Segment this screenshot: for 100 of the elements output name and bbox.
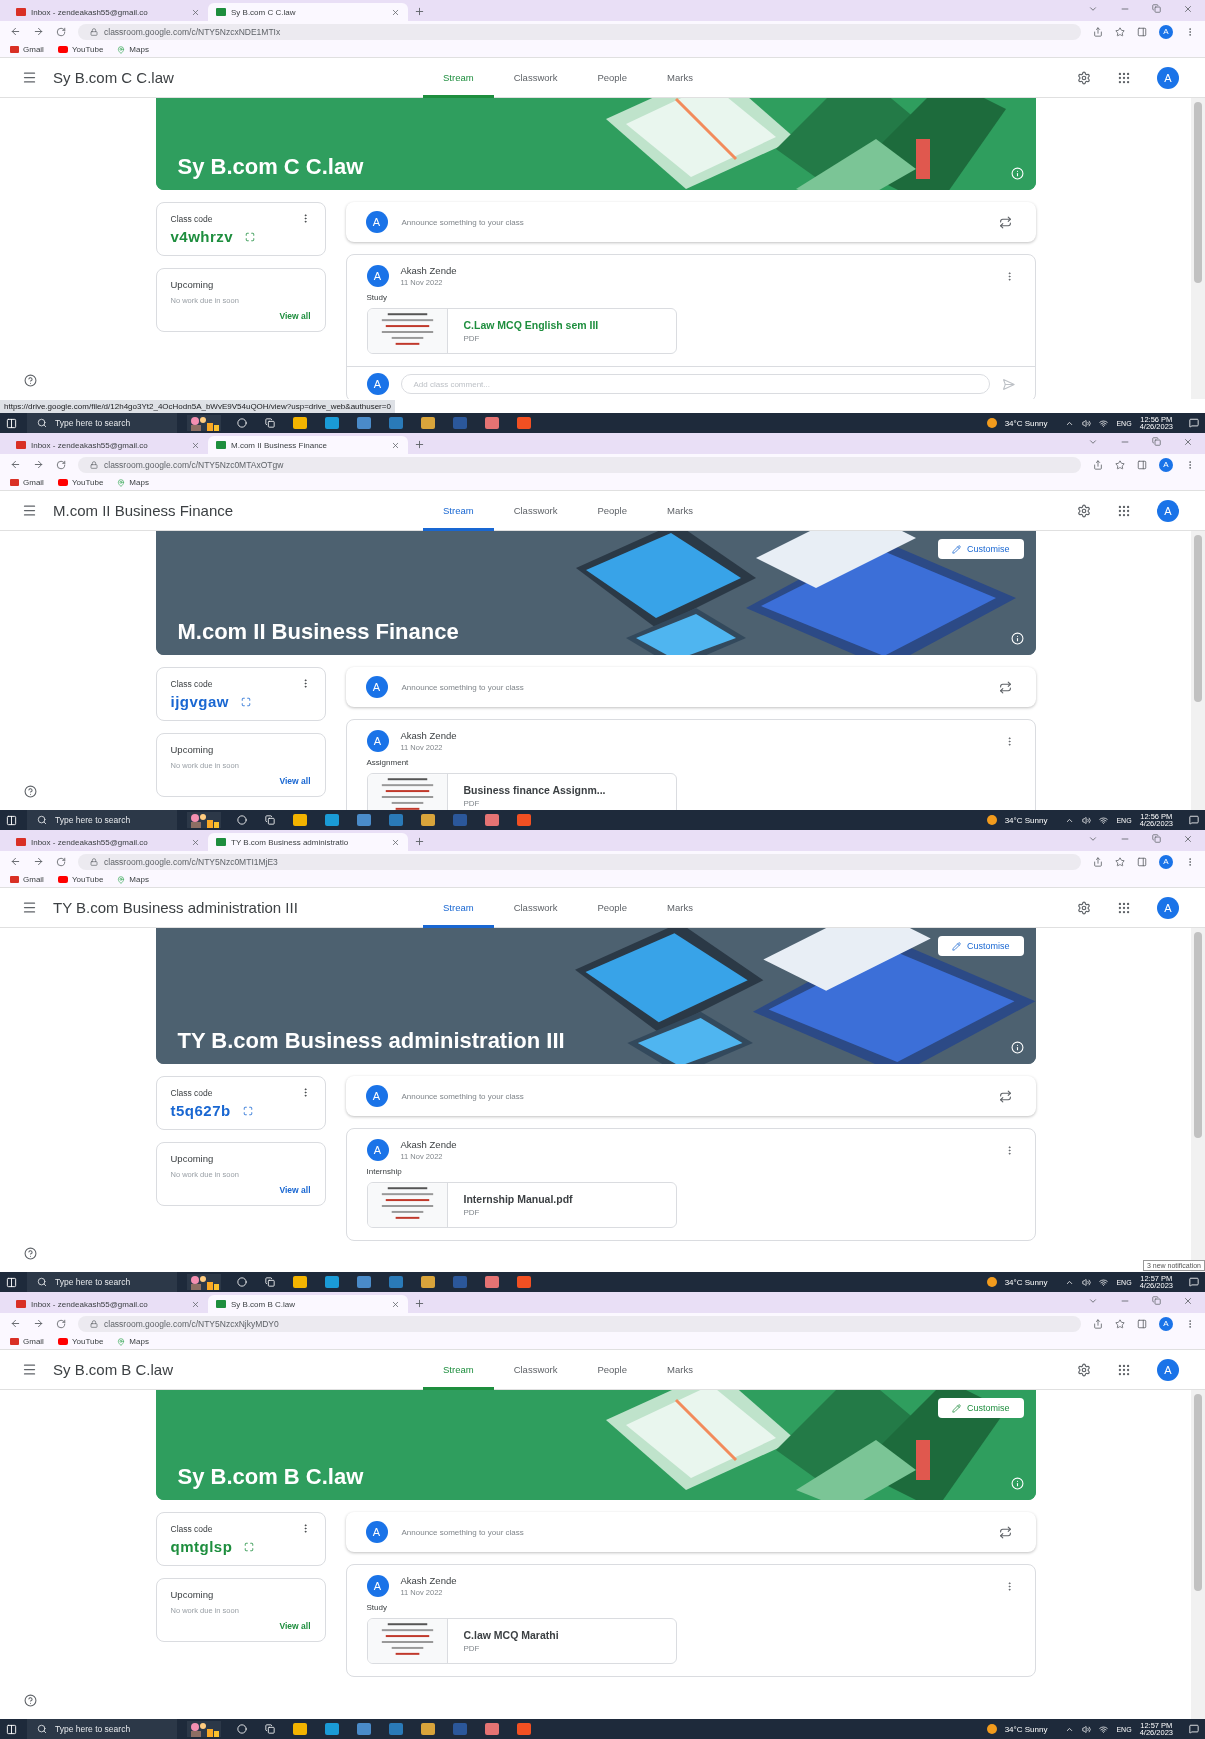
nav-tab[interactable]: Classwork (493, 490, 578, 531)
menu-icon[interactable] (22, 1362, 37, 1377)
circle-icon[interactable] (237, 815, 247, 825)
app-icon[interactable] (325, 417, 339, 429)
attachment[interactable]: Internship Manual.pdf PDF (366, 1182, 677, 1228)
app-icon[interactable] (325, 814, 339, 826)
nav-tab[interactable]: People (577, 1349, 648, 1390)
repost-icon[interactable] (998, 680, 1012, 694)
nav-tab[interactable]: People (577, 57, 648, 98)
close-icon[interactable] (391, 1299, 400, 1309)
settings-icon[interactable] (1077, 1362, 1091, 1377)
menu-icon[interactable] (22, 503, 37, 518)
customise-button[interactable]: Customise (938, 936, 1024, 956)
bookmark[interactable]: Maps (117, 45, 149, 54)
profile-avatar[interactable]: A (1159, 457, 1173, 472)
nav-tab[interactable]: People (577, 490, 648, 531)
close-icon[interactable] (191, 7, 200, 17)
app-icon[interactable] (389, 417, 403, 429)
customise-button[interactable]: Customise (938, 1398, 1024, 1418)
browser-tab[interactable]: Inbox - zendeakash55@gmail.co (8, 3, 208, 21)
apps-icon[interactable] (1117, 70, 1131, 85)
menu-icon[interactable] (22, 70, 37, 85)
volume-icon[interactable] (1082, 1277, 1092, 1287)
reload-icon[interactable] (56, 856, 66, 867)
account-avatar[interactable]: A (1157, 896, 1179, 919)
windows-icon[interactable] (6, 417, 17, 429)
address-field[interactable]: classroom.google.com/c/NTY5Nzc0MTAxOTgw (78, 456, 1081, 473)
settings-icon[interactable] (1077, 503, 1091, 518)
share-icon[interactable] (1093, 856, 1103, 867)
circle-icon[interactable] (237, 1277, 247, 1287)
browser-tab[interactable]: Sy B.com B C.law (208, 1295, 408, 1313)
help-icon[interactable] (24, 785, 37, 798)
restore-icon[interactable] (1152, 436, 1161, 447)
star-icon[interactable] (1115, 26, 1125, 37)
forward-icon[interactable] (33, 459, 44, 470)
app-icon[interactable] (325, 1723, 339, 1735)
windows-icon[interactable] (6, 814, 17, 826)
app-icon[interactable] (389, 814, 403, 826)
app-icon[interactable] (325, 1276, 339, 1288)
announce-box[interactable]: A Announce something to your class (345, 1512, 1036, 1552)
browser-tab[interactable]: Inbox - zendeakash55@gmail.co (8, 1295, 208, 1313)
nav-tab[interactable]: Marks (647, 887, 713, 928)
view-all-link[interactable]: View all (279, 776, 311, 786)
plus-icon[interactable] (414, 836, 425, 847)
close-icon[interactable] (191, 837, 200, 847)
app-icon[interactable] (357, 1276, 371, 1288)
reload-icon[interactable] (56, 1318, 66, 1329)
nav-tab[interactable]: Marks (647, 490, 713, 531)
taskbar-search-field[interactable]: Type here to search (27, 810, 177, 830)
app-icon[interactable] (293, 814, 307, 826)
side-panel-icon[interactable] (1137, 459, 1147, 470)
star-icon[interactable] (1115, 1318, 1125, 1329)
scrollbar[interactable] (1191, 1390, 1205, 1719)
fullscreen-icon[interactable] (245, 231, 256, 242)
app-icon[interactable] (293, 1723, 307, 1735)
bookmark[interactable]: YouTube (57, 1337, 104, 1346)
app-icon[interactable] (421, 1723, 435, 1735)
settings-icon[interactable] (1077, 70, 1091, 85)
info-icon[interactable] (1010, 1041, 1024, 1054)
bookmark[interactable]: YouTube (57, 45, 104, 54)
bookmark[interactable]: Gmail (10, 478, 44, 487)
account-avatar[interactable]: A (1157, 1358, 1179, 1381)
account-avatar[interactable]: A (1157, 66, 1179, 89)
back-icon[interactable] (10, 459, 21, 470)
browser-tab[interactable]: M.com II Business Finance (208, 436, 408, 454)
view-all-link[interactable]: View all (279, 1621, 311, 1631)
network-icon[interactable] (1099, 418, 1109, 428)
reload-icon[interactable] (56, 459, 66, 470)
app-icon[interactable] (421, 417, 435, 429)
bookmark[interactable]: Maps (117, 875, 149, 884)
app-icon[interactable] (485, 1723, 499, 1735)
plus-icon[interactable] (414, 439, 425, 450)
app-icon[interactable] (517, 417, 531, 429)
account-avatar[interactable]: A (1157, 499, 1179, 522)
info-icon[interactable] (1010, 167, 1024, 180)
help-icon[interactable] (24, 374, 37, 387)
fullscreen-icon[interactable] (244, 1541, 255, 1552)
customise-button[interactable]: Customise (938, 539, 1024, 559)
back-icon[interactable] (10, 26, 21, 37)
repost-icon[interactable] (998, 1525, 1012, 1539)
address-field[interactable]: classroom.google.com/c/NTY5NzcxNDE1MTIx (78, 23, 1081, 40)
app-icon[interactable] (485, 1276, 499, 1288)
app-icon[interactable] (293, 417, 307, 429)
announce-box[interactable]: A Announce something to your class (345, 667, 1036, 707)
apps-icon[interactable] (1117, 1362, 1131, 1377)
restore-icon[interactable] (1152, 1295, 1161, 1306)
app-icon[interactable] (517, 1723, 531, 1735)
taskbar-search-field[interactable]: Type here to search (27, 1719, 177, 1739)
bookmark[interactable]: Gmail (10, 45, 44, 54)
forward-icon[interactable] (33, 1318, 44, 1329)
help-icon[interactable] (24, 1247, 37, 1260)
profile-avatar[interactable]: A (1159, 854, 1173, 869)
view-all-link[interactable]: View all (279, 311, 311, 321)
taskbar-search-field[interactable]: Type here to search (27, 413, 177, 433)
taskbar-search-field[interactable]: Type here to search (27, 1272, 177, 1292)
app-icon[interactable] (517, 1276, 531, 1288)
menu-icon[interactable] (22, 900, 37, 915)
fullscreen-icon[interactable] (241, 696, 251, 707)
app-icon[interactable] (293, 1276, 307, 1288)
app-icon[interactable] (357, 1723, 371, 1735)
